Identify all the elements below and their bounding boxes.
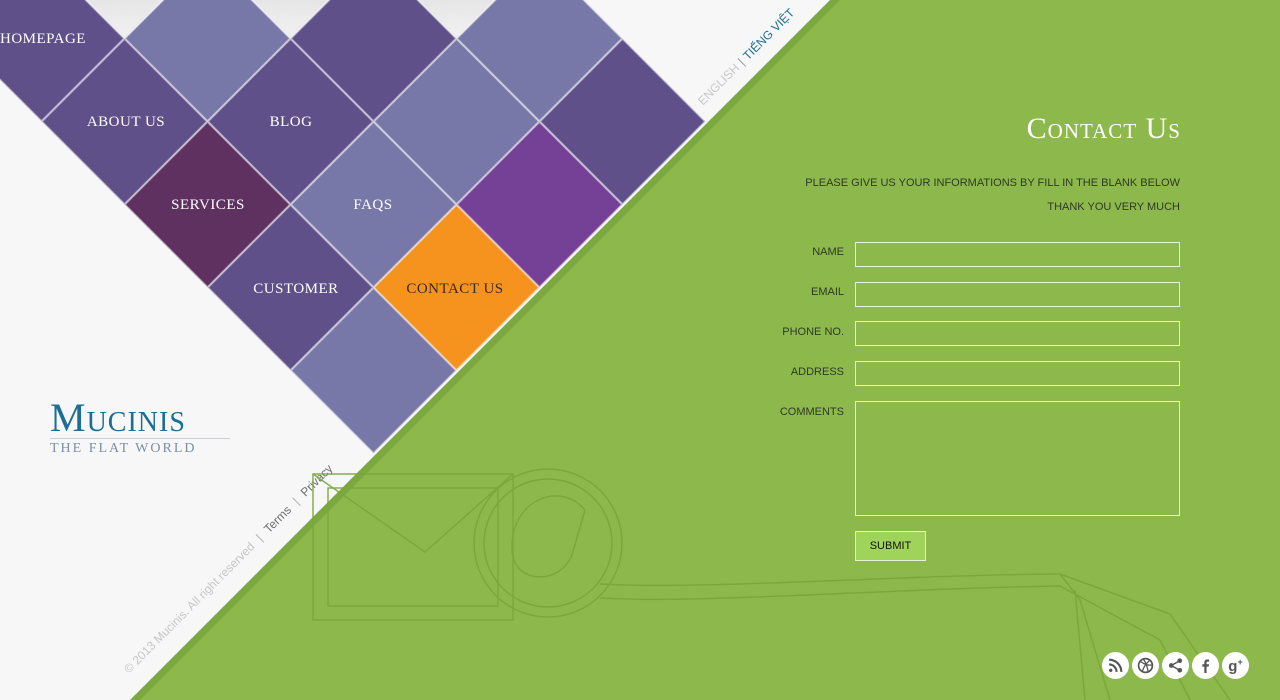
footer-separator: | [289,495,302,508]
dribbble-icon[interactable] [1132,652,1159,679]
logo-title[interactable]: Mucinis [50,394,186,441]
nav-contact-us[interactable]: CONTACT US [375,281,535,298]
name-label: NAME [812,246,844,258]
dribbble-glyph [1137,657,1154,674]
intro-line-2: THANK YOU VERY MUCH [1047,201,1180,213]
email-label: EMAIL [810,286,844,298]
nav-blog[interactable]: BLOG [211,114,371,131]
rss-glyph [1108,658,1123,673]
nav-about-us[interactable]: ABOUT US [46,114,206,131]
email-field[interactable] [855,282,1180,307]
google-plus-icon[interactable]: g+ [1222,652,1249,679]
facebook-icon[interactable] [1192,652,1219,679]
nav-customer[interactable]: CUSTOMER [216,281,376,298]
address-label: ADDRESS [790,366,844,378]
comments-label: COMMENTS [779,406,844,418]
nav-services[interactable]: SERVICES [128,197,288,214]
nav-faqs[interactable]: FAQS [293,197,453,214]
intro-line-1: PLEASE GIVE US YOUR INFORMATIONS BY FILL… [805,177,1180,189]
phone-field[interactable] [855,321,1180,346]
comments-field[interactable] [855,401,1180,516]
submit-button[interactable]: SUBMIT [855,531,926,561]
contact-title: Contact Us [1026,112,1181,145]
facebook-glyph [1202,659,1210,673]
name-field[interactable] [855,242,1180,267]
nav-homepage[interactable]: HOMEPAGE [0,31,123,48]
address-field[interactable] [855,361,1180,386]
share-glyph [1168,658,1183,673]
footer-separator: | [253,531,266,544]
google-plus-glyph: g+ [1228,656,1243,675]
rss-icon[interactable] [1102,652,1129,679]
share-icon[interactable] [1162,652,1189,679]
phone-label: PHONE NO. [782,326,844,338]
logo-subtitle: THE FLAT WORLD [50,438,230,457]
